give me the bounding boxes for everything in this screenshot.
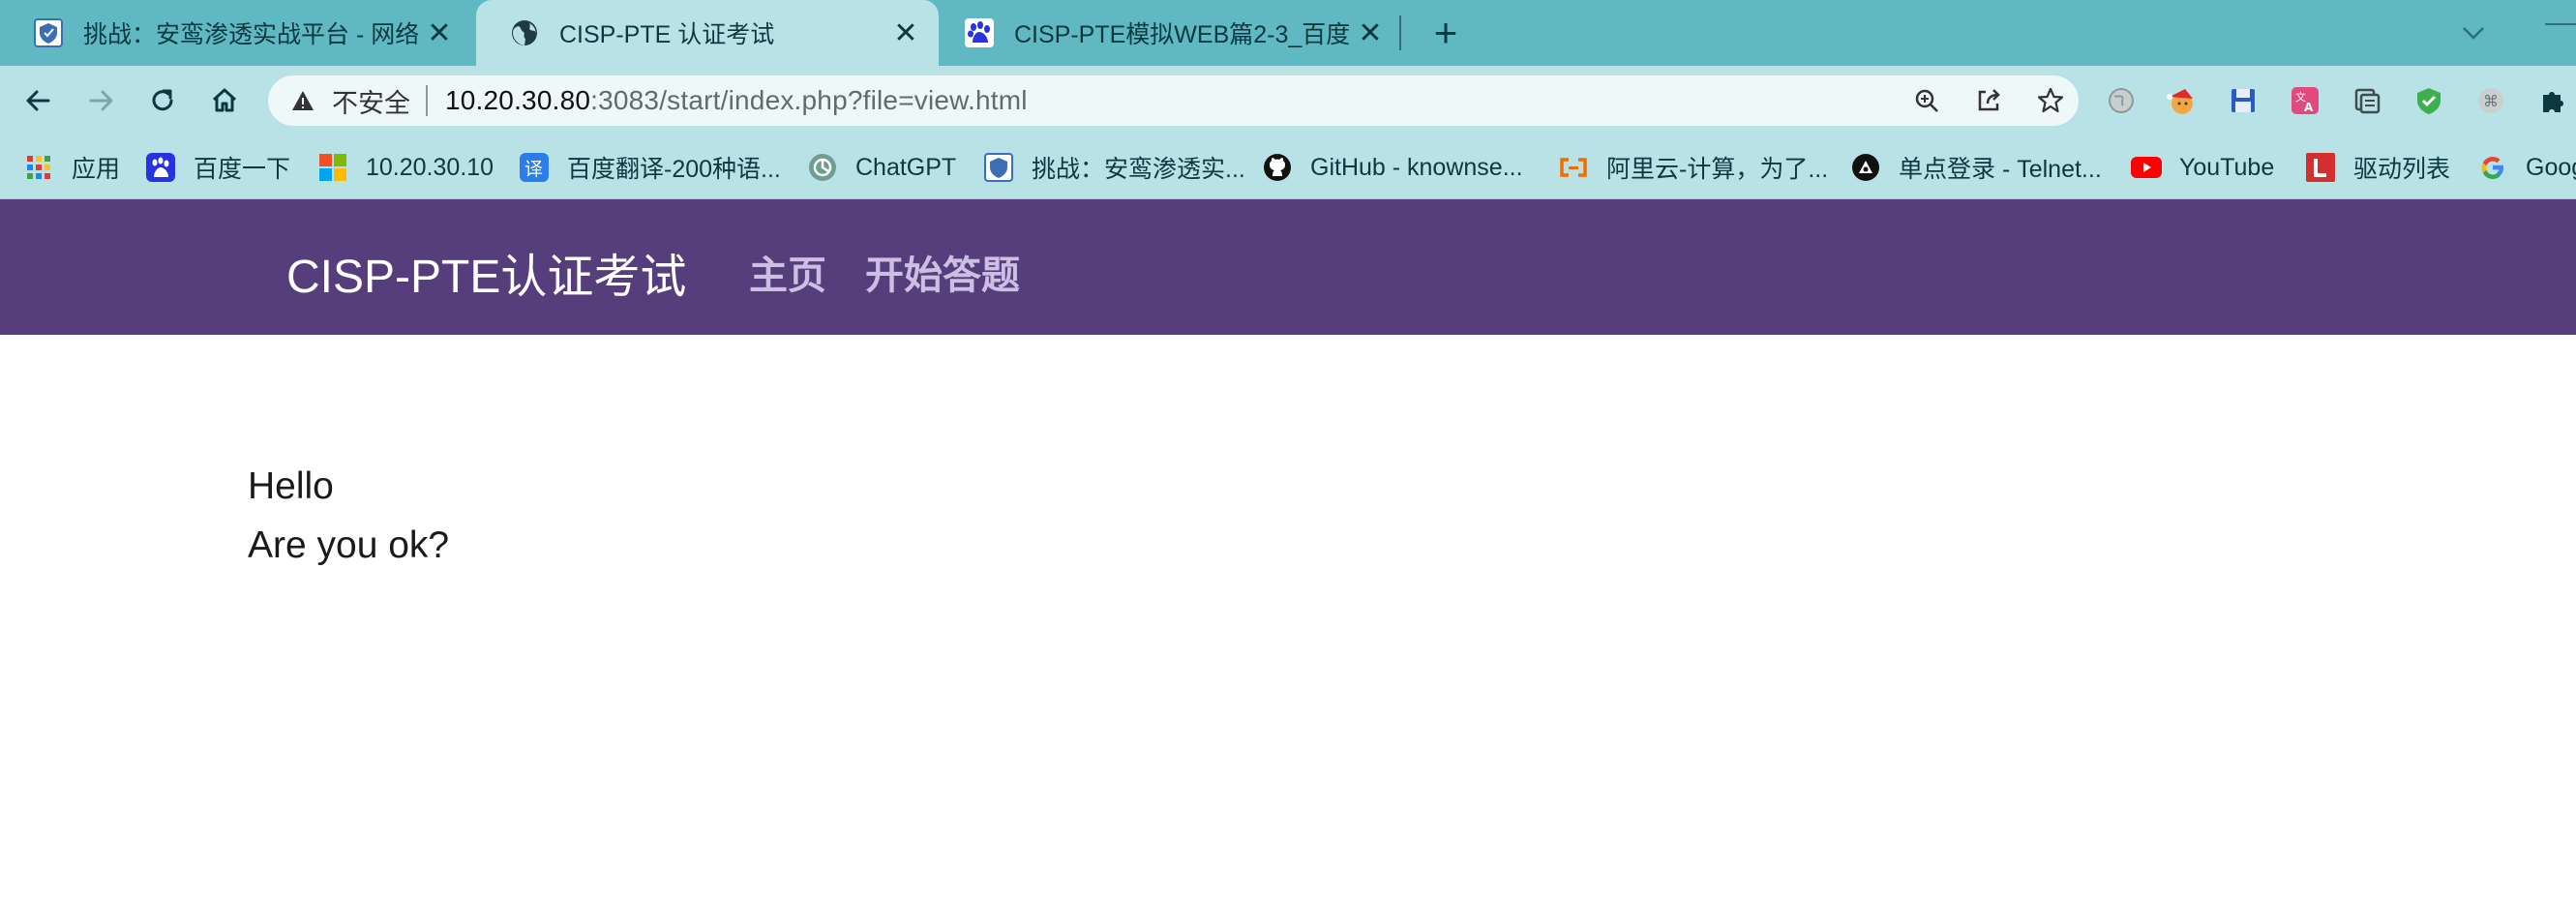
globe-favicon-icon	[509, 17, 540, 48]
home-button[interactable]	[203, 79, 246, 122]
site-brand[interactable]: CISP-PTE认证考试	[286, 238, 686, 306]
omnibox-divider	[426, 85, 428, 116]
address-bar[interactable]: 不安全 10.20.30.80:3083/start/index.php?fil…	[268, 75, 2079, 126]
content-line-question: Are you ok?	[248, 524, 450, 566]
tab-anluan[interactable]: 挑战：安鸾渗透实战平台 - 网络安全 ✕	[0, 0, 472, 66]
christmas-extension-icon[interactable]	[2164, 83, 2199, 118]
tab-divider	[1399, 15, 1401, 50]
bookmark-baidu-translate[interactable]: 译 百度翻译-200种语...	[519, 145, 781, 190]
url-host: 10.20.30.80	[445, 85, 591, 115]
close-icon[interactable]: ✕	[886, 14, 925, 52]
bookmark-label: 10.20.30.10	[366, 153, 494, 181]
bookmark-10-20-30-10[interactable]: 10.20.30.10	[317, 145, 494, 190]
bookmark-label: Goog	[2526, 153, 2576, 181]
reload-button[interactable]	[141, 79, 184, 122]
tab-search-chevron-icon[interactable]	[2456, 15, 2491, 50]
bookmark-star-icon[interactable]	[2035, 85, 2066, 116]
svg-text:⌘: ⌘	[2483, 92, 2499, 110]
bookmark-label: 百度一下	[194, 156, 291, 183]
nav-link-home[interactable]: 主页	[749, 244, 826, 300]
bookmark-driver-list[interactable]: 驱动列表	[2305, 145, 2450, 190]
baidu-icon	[145, 152, 176, 183]
chatgpt-icon	[807, 152, 838, 183]
extensions-puzzle-icon[interactable]	[2535, 83, 2570, 118]
browser-toolbar: 不安全 10.20.30.80:3083/start/index.php?fil…	[0, 66, 2576, 135]
security-status-label[interactable]: 不安全	[332, 82, 410, 120]
tab-title: 挑战：安鸾渗透实战平台 - 网络安全	[83, 21, 420, 48]
bookmark-apps[interactable]: 应用	[23, 145, 120, 190]
shield-favicon-icon	[33, 17, 64, 48]
url-text[interactable]: 10.20.30.80:3083/start/index.php?file=vi…	[445, 85, 1028, 116]
telnet-icon	[1850, 152, 1881, 183]
close-icon[interactable]: ✕	[420, 14, 459, 52]
page-content: Hello Are you ok?	[248, 457, 449, 575]
tab-title: CISP-PTE 认证考试	[559, 21, 775, 48]
bookmark-label: 挑战：安鸾渗透实...	[1032, 156, 1245, 183]
bookmark-label: 阿里云-计算，为了...	[1606, 156, 1829, 183]
home-icon	[212, 88, 237, 112]
url-path: :3083/start/index.php?file=view.html	[590, 85, 1028, 115]
github-icon	[1262, 152, 1293, 183]
svg-text:译: 译	[524, 159, 543, 180]
forward-button[interactable]	[79, 79, 122, 122]
shield-check-extension-icon[interactable]	[2411, 83, 2446, 118]
bookmark-label: 应用	[72, 156, 121, 183]
bookmark-label: GitHub - knownse...	[1310, 153, 1523, 181]
arrow-left-icon	[26, 90, 50, 111]
reload-icon	[152, 89, 173, 111]
bookmark-label: ChatGPT	[855, 153, 957, 181]
bookmarks-bar: 应用 百度一下 10.20.30.10 译 百度翻译-200种语... Chat…	[0, 135, 2576, 199]
google-icon	[2477, 152, 2508, 183]
bookmark-label: 驱动列表	[2353, 156, 2451, 183]
tab-baidu-search[interactable]: CISP-PTE模拟WEB篇2-3_百度搜索 ✕	[931, 0, 1403, 66]
bookmark-aliyun[interactable]: 阿里云-计算，为了...	[1558, 145, 1828, 190]
save-extension-icon[interactable]	[2226, 83, 2261, 118]
bookmark-label: 百度翻译-200种语...	[567, 156, 781, 183]
bookmark-label: YouTube	[2179, 153, 2275, 181]
globe-extension-icon[interactable]	[2104, 83, 2139, 118]
new-tab-button[interactable]: +	[1424, 10, 1467, 55]
back-button[interactable]	[17, 79, 60, 122]
bookmark-baidu[interactable]: 百度一下	[145, 145, 290, 190]
bookmark-google[interactable]: Goog	[2477, 145, 2576, 190]
copy-extension-icon[interactable]	[2350, 83, 2384, 118]
content-line-hello: Hello	[248, 465, 334, 507]
drivers-icon	[2305, 152, 2336, 183]
windows-icon	[317, 152, 348, 183]
shield-icon	[983, 152, 1014, 183]
aliyun-icon	[1558, 152, 1589, 183]
tab-strip: 挑战：安鸾渗透实战平台 - 网络安全 ✕ CISP-PTE 认证考试 ✕ CIS…	[0, 0, 2576, 66]
bookmark-label: 单点登录 - Telnet...	[1899, 156, 2102, 183]
share-icon[interactable]	[1973, 85, 2004, 116]
svg-text:A: A	[2304, 101, 2314, 114]
tab-cisp-pte[interactable]: CISP-PTE 认证考试 ✕	[476, 0, 939, 66]
nav-link-start-quiz[interactable]: 开始答题	[865, 244, 1020, 300]
site-navbar: CISP-PTE认证考试 主页 开始答题	[0, 199, 2576, 335]
baidu-favicon-icon	[964, 17, 995, 48]
bookmark-telnet-sso[interactable]: 单点登录 - Telnet...	[1850, 145, 2102, 190]
minimize-window-button[interactable]	[2545, 23, 2576, 25]
arrow-right-icon	[89, 90, 113, 111]
zoom-icon[interactable]	[1911, 85, 1942, 116]
bookmark-chatgpt[interactable]: ChatGPT	[807, 145, 956, 190]
apps-grid-icon	[23, 152, 54, 183]
youtube-icon	[2131, 152, 2162, 183]
command-extension-icon[interactable]: ⌘	[2473, 83, 2508, 118]
bookmark-youtube[interactable]: YouTube	[2131, 145, 2274, 190]
warning-icon[interactable]	[289, 87, 316, 114]
bookmark-github[interactable]: GitHub - knownse...	[1262, 145, 1523, 190]
bookmark-anluan[interactable]: 挑战：安鸾渗透实...	[983, 145, 1245, 190]
close-icon[interactable]: ✕	[1351, 14, 1390, 52]
translate-extension-icon[interactable]: 文A	[2288, 83, 2322, 118]
translate-icon: 译	[519, 152, 550, 183]
tab-title: CISP-PTE模拟WEB篇2-3_百度搜索	[1014, 21, 1351, 48]
